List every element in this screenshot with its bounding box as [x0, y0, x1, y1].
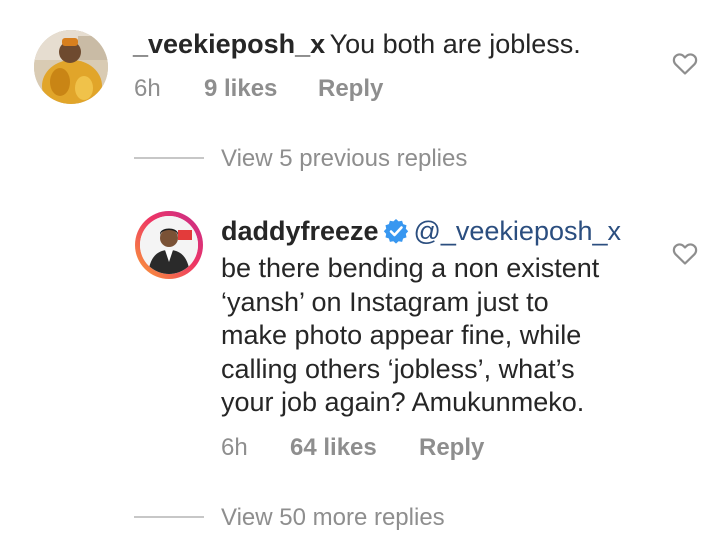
- heart-icon[interactable]: [672, 242, 698, 271]
- reply-text-line: be there bending a non existent: [221, 253, 600, 283]
- heart-icon[interactable]: [672, 52, 698, 81]
- reply-button[interactable]: Reply: [419, 434, 484, 462]
- reply-text-line: your job again? Amukunmeko.: [221, 387, 585, 417]
- avatar-daddyfreeze[interactable]: [140, 216, 198, 274]
- comment-text: You both are jobless.: [329, 29, 581, 59]
- reply-time: 6h: [221, 434, 248, 461]
- reply-text: be there bending a non existent ‘yansh’ …: [221, 252, 599, 420]
- comment-time: 6h: [134, 75, 161, 102]
- reply-header: daddyfreeze @_veekieposh_x: [221, 216, 621, 247]
- reply-text-line: calling others ‘jobless’, what’s: [221, 353, 575, 384]
- comment-username[interactable]: _veekieposh_x: [133, 29, 325, 59]
- reply-text-line: ‘yansh’ on Instagram just to: [221, 286, 549, 317]
- avatar-veekieposh[interactable]: [34, 30, 108, 104]
- likes-count[interactable]: 9 likes: [204, 75, 277, 103]
- avatar-photo: [34, 30, 108, 104]
- divider-line: [134, 157, 204, 159]
- comment-body: _veekieposh_x You both are jobless.: [133, 28, 581, 62]
- likes-count[interactable]: 64 likes: [290, 434, 377, 462]
- divider-line: [134, 516, 204, 518]
- reply-text-line: make photo appear fine, while: [221, 320, 582, 350]
- verified-badge-icon: [383, 219, 409, 244]
- mention-link[interactable]: @_veekieposh_x: [413, 216, 621, 246]
- view-previous-replies-link[interactable]: View 5 previous replies: [221, 145, 467, 173]
- reply-button[interactable]: Reply: [318, 75, 383, 103]
- view-more-replies-link[interactable]: View 50 more replies: [221, 504, 445, 532]
- reply-username[interactable]: daddyfreeze: [221, 216, 379, 246]
- avatar-photo: [140, 216, 198, 274]
